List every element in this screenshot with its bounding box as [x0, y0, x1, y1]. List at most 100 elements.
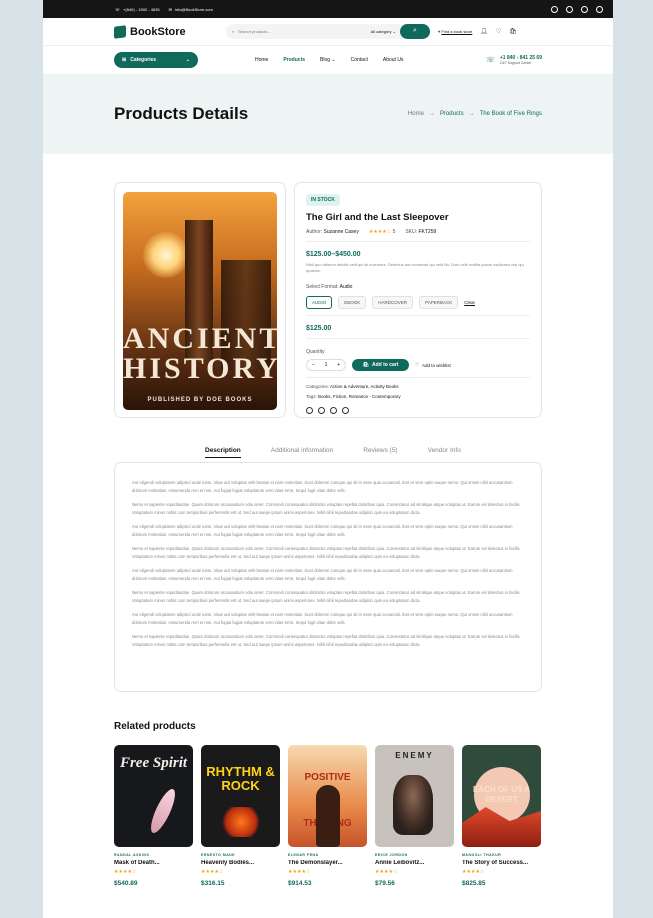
- dribbble-icon[interactable]: [318, 407, 325, 414]
- add-to-wishlist-button[interactable]: ♡ Add to wishlist: [415, 362, 451, 368]
- format-option-paperback[interactable]: PAPERBACK: [419, 296, 459, 309]
- tags-line: Tags: Books, Fiction, Romance - Contempo…: [306, 394, 530, 399]
- divider: [306, 338, 530, 339]
- mail-icon: ✉: [168, 6, 172, 12]
- search-icon: ⌕: [413, 27, 417, 34]
- categories-value[interactable]: Action & Adventure, Activity Books: [330, 384, 399, 389]
- product-card-image[interactable]: ENEMY: [375, 745, 454, 847]
- cart-icon[interactable]: 🛍︎: [509, 28, 517, 35]
- related-products-title: Related products: [114, 721, 196, 732]
- breadcrumb-home[interactable]: Home: [408, 111, 424, 117]
- support-caption: 24/7 Support Center: [499, 61, 532, 65]
- product-card-author: ELENAR PENA: [288, 853, 319, 857]
- nav-home[interactable]: Home: [255, 57, 268, 63]
- product-card-author: ERICE JORDON: [375, 853, 408, 857]
- format-label-text: Select Format:: [306, 284, 339, 290]
- product-card-author: ERNESTO MADE: [201, 853, 236, 857]
- pinterest-icon[interactable]: [551, 5, 558, 13]
- minus-icon[interactable]: −: [312, 362, 315, 368]
- cover-text: EACH OF US A DESERT: [472, 785, 531, 804]
- pinterest-icon[interactable]: [306, 407, 313, 414]
- clear-format-link[interactable]: Clear: [464, 300, 475, 305]
- phone-icon: ☏: [115, 6, 121, 12]
- product-card-title[interactable]: Heavenly Bodies...: [201, 860, 280, 866]
- instagram-icon[interactable]: [581, 5, 588, 13]
- product-card[interactable]: ENEMY ERICE JORDON Annie Leibovitz... ★★…: [375, 745, 454, 887]
- person-graphic: [316, 785, 340, 847]
- description-panel: Aut eligendi voluptatem adipisci unde iu…: [114, 462, 542, 692]
- product-card-title[interactable]: Annie Leibovitz...: [375, 860, 454, 866]
- format-option-ebook[interactable]: EBOOK: [338, 296, 367, 309]
- rating: ★★★★☆ 5: [369, 229, 396, 235]
- tab-description[interactable]: Description: [205, 447, 241, 458]
- format-option-hardcover[interactable]: HARDCOVER: [372, 296, 414, 309]
- page-title: Products Details: [114, 104, 249, 123]
- nav-blog[interactable]: Blog ⌄: [320, 57, 336, 63]
- add-to-cart-button[interactable]: 🛍︎ Add to cart: [352, 359, 409, 371]
- product-card[interactable]: RHYTHM & ROCK ERNESTO MADE Heavenly Bodi…: [201, 745, 280, 887]
- arrow-right-icon: →: [468, 111, 475, 117]
- product-title: The Girl and the Last Sleepover: [306, 212, 449, 223]
- logo[interactable]: BookStore: [114, 24, 226, 39]
- author-name[interactable]: Suzanne Casey: [324, 229, 359, 235]
- product-info-card: IN STOCK The Girl and the Last Sleepover…: [294, 182, 542, 418]
- facebook-icon[interactable]: [342, 407, 349, 414]
- breadcrumb-products[interactable]: Products: [440, 111, 464, 117]
- support-phone[interactable]: ☏ +1 840 - 841 25 69 24/7 Support Center: [486, 55, 542, 65]
- topbar-phone[interactable]: ☏ +(840) - 1500 - 4635: [115, 7, 160, 12]
- cover-title-line1: ANCIENT: [123, 322, 277, 355]
- product-card-price: $79.56: [375, 880, 395, 887]
- instagram-icon[interactable]: [330, 407, 337, 414]
- product-card[interactable]: POSITIVE THINKING ELENAR PENA The Demons…: [288, 745, 367, 887]
- user-icon[interactable]: 👤︎: [480, 28, 488, 35]
- product-section: ANCIENT HISTORY PUBLISHED BY DOE BOOKS I…: [114, 182, 542, 418]
- nav-products[interactable]: Products: [283, 57, 305, 63]
- divider: [306, 377, 530, 378]
- star-rating-icon: ★★★★☆: [288, 869, 311, 875]
- format-value: Audio: [339, 284, 353, 290]
- cover-text: RHYTHM & ROCK: [206, 764, 275, 793]
- facebook-icon[interactable]: [596, 5, 603, 13]
- tab-additional-information[interactable]: Additional information: [271, 447, 334, 458]
- topbar-email[interactable]: ✉ info@BookStore.com: [169, 7, 213, 12]
- categories-line: Categories: Action & Adventure, Activity…: [306, 384, 530, 389]
- quantity-input[interactable]: 1: [325, 362, 328, 368]
- product-card-title[interactable]: Mask of Death...: [114, 860, 193, 866]
- product-card-image[interactable]: EACH OF US A DESERT: [462, 745, 541, 847]
- product-card[interactable]: Free Spirit RANDAL ASKINS Mask of Death.…: [114, 745, 193, 887]
- heart-icon: ♡: [415, 362, 420, 367]
- cover-text: ENEMY: [395, 751, 434, 760]
- tags-value[interactable]: Books, Fiction, Romance - Contemporary: [318, 394, 401, 399]
- social-links: [551, 5, 603, 13]
- dribbble-icon[interactable]: [566, 5, 573, 13]
- tab-reviews[interactable]: Reviews (5): [363, 447, 397, 458]
- search-button[interactable]: ⌕: [400, 24, 430, 39]
- categories-button[interactable]: ⊞ Categories ⌄: [114, 52, 198, 68]
- product-card-title[interactable]: The Story of Success...: [462, 860, 541, 866]
- wishlist-icon[interactable]: ♡: [496, 28, 501, 35]
- product-card-image[interactable]: RHYTHM & ROCK: [201, 745, 280, 847]
- grid-icon: ⊞: [122, 57, 127, 63]
- divider: [306, 315, 530, 316]
- product-meta: Author: Suzanne Casey ★★★★☆ 5 SKU: FKT25…: [306, 229, 530, 235]
- product-card-price: $316.15: [201, 880, 225, 887]
- product-cover-image[interactable]: ANCIENT HISTORY PUBLISHED BY DOE BOOKS: [123, 192, 277, 410]
- nav-about[interactable]: About Us: [383, 57, 404, 63]
- nav-contact[interactable]: Contact: [351, 57, 368, 63]
- product-card[interactable]: EACH OF US A DESERT MANGOLI THAKUR The S…: [462, 745, 541, 887]
- format-option-audio[interactable]: AUDIO: [306, 296, 333, 309]
- product-card-author: MANGOLI THAKUR: [462, 853, 502, 857]
- plus-icon[interactable]: +: [337, 362, 340, 368]
- product-card-image[interactable]: POSITIVE THINKING: [288, 745, 367, 847]
- category-select[interactable]: All category ⌄: [371, 29, 396, 34]
- product-card-title[interactable]: The Demonslayer...: [288, 860, 367, 866]
- product-card-image[interactable]: Free Spirit: [114, 745, 193, 847]
- search-input[interactable]: Search products...: [238, 29, 270, 34]
- find-store-link[interactable]: ⌖ Find a book store: [438, 29, 472, 34]
- selected-price: $125.00: [306, 325, 332, 332]
- cover-text: Free Spirit: [119, 755, 188, 771]
- tab-vendor-info[interactable]: Vendor Info: [428, 447, 461, 458]
- related-products-grid: Free Spirit RANDAL ASKINS Mask of Death.…: [114, 745, 542, 887]
- sku-meta: SKU: FKT259: [405, 229, 436, 235]
- chevron-down-icon: ⌄: [185, 57, 190, 63]
